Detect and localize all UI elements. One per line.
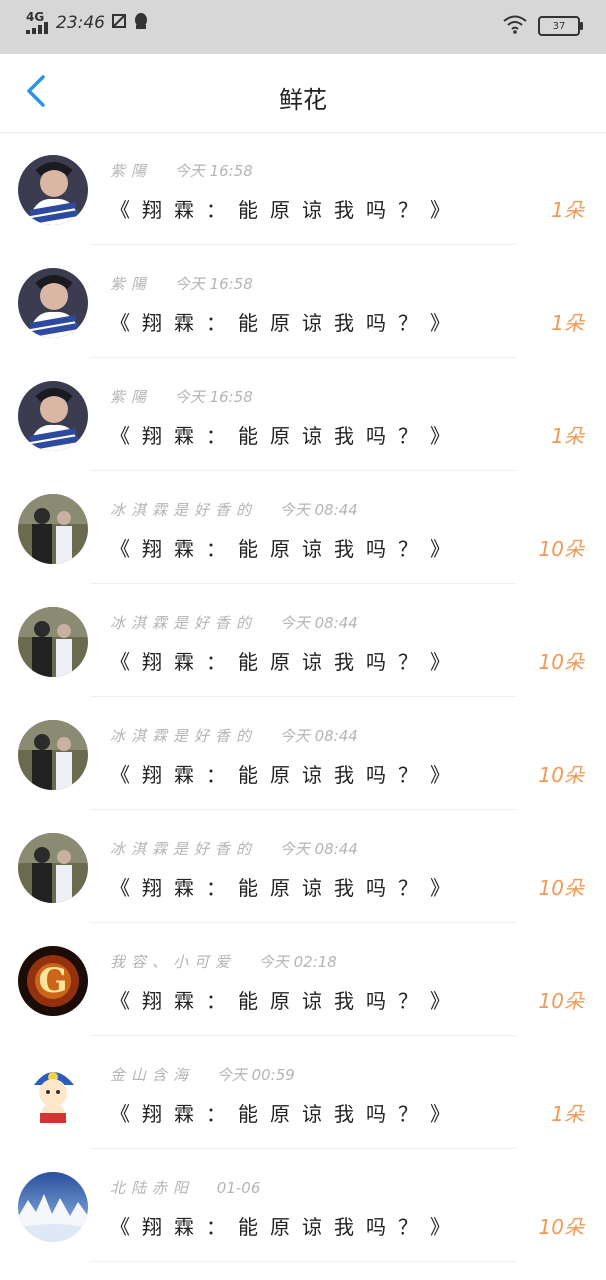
message-text: 《翔霖：能原谅我吗？》 xyxy=(110,650,462,674)
two-people-avatar[interactable] xyxy=(18,607,88,677)
list-item[interactable]: 冰淇霖是好香的 今天 08:44 《翔霖：能原谅我吗？》 10朵 xyxy=(0,697,606,810)
flower-list: 紫陽 今天 16:58 《翔霖：能原谅我吗？》 1朵 紫陽 今天 16:58 《… xyxy=(0,132,606,1262)
no-photo-icon xyxy=(111,13,127,33)
wifi-icon xyxy=(502,14,528,38)
person-avatar[interactable] xyxy=(18,268,88,338)
sender-meta: 冰淇霖是好香的 今天 08:44 xyxy=(110,838,358,859)
svg-text:G: G xyxy=(38,961,67,1001)
flower-count: 10朵 xyxy=(538,650,584,674)
flower-count: 10朵 xyxy=(538,876,584,900)
battery-icon: 37 xyxy=(538,16,583,36)
page-title-text: 鲜花 xyxy=(279,86,327,114)
sender-name: 冰淇霖是好香的 xyxy=(110,727,258,745)
battery-level: 37 xyxy=(552,20,566,32)
list-item[interactable]: 冰淇霖是好香的 今天 08:44 《翔霖：能原谅我吗？》 10朵 xyxy=(0,584,606,697)
two-people-avatar[interactable] xyxy=(18,494,88,564)
sender-meta: 北陆赤阳 01-06 xyxy=(110,1177,260,1198)
sender-meta: 冰淇霖是好香的 今天 08:44 xyxy=(110,499,358,520)
message-text: 《翔霖：能原谅我吗？》 xyxy=(110,763,462,787)
flower-count: 10朵 xyxy=(538,537,584,561)
list-item[interactable]: G 我容、小可爱 今天 02:18 《翔霖：能原谅我吗？》 10朵 xyxy=(0,923,606,1036)
message-text: 《翔霖：能原谅我吗？》 xyxy=(110,876,462,900)
sender-meta: 冰淇霖是好香的 今天 08:44 xyxy=(110,612,358,633)
sender-name: 冰淇霖是好香的 xyxy=(110,501,258,519)
message-text: 《翔霖：能原谅我吗？》 xyxy=(110,311,462,335)
sent-time: 今天 08:44 xyxy=(279,727,358,745)
sent-time: 今天 16:58 xyxy=(174,275,253,293)
message-text: 《翔霖：能原谅我吗？》 xyxy=(110,989,462,1013)
flower-count: 1朵 xyxy=(551,311,584,335)
sent-time: 今天 02:18 xyxy=(258,953,337,971)
flower-count: 1朵 xyxy=(551,198,584,222)
message-text: 《翔霖：能原谅我吗？》 xyxy=(110,424,462,448)
qq-icon xyxy=(133,12,149,34)
flower-count: 10朵 xyxy=(538,989,584,1013)
sender-name: 我容、小可爱 xyxy=(110,953,237,971)
sent-time: 今天 00:59 xyxy=(216,1066,295,1084)
sent-time: 01-06 xyxy=(216,1179,261,1197)
snow-landscape-avatar[interactable] xyxy=(18,1172,88,1242)
sent-time: 今天 08:44 xyxy=(279,501,358,519)
sent-time: 今天 08:44 xyxy=(279,614,358,632)
flower-count: 1朵 xyxy=(551,1102,584,1126)
signal-icon xyxy=(26,22,48,34)
message-text: 《翔霖：能原谅我吗？》 xyxy=(110,537,462,561)
list-item[interactable]: 紫陽 今天 16:58 《翔霖：能原谅我吗？》 1朵 xyxy=(0,358,606,471)
message-text: 《翔霖：能原谅我吗？》 xyxy=(110,1215,462,1239)
message-text: 《翔霖：能原谅我吗？》 xyxy=(110,1102,462,1126)
flower-count: 10朵 xyxy=(538,763,584,787)
list-item[interactable]: 冰淇霖是好香的 今天 08:44 《翔霖：能原谅我吗？》 10朵 xyxy=(0,810,606,923)
fire-g-avatar[interactable]: G xyxy=(18,946,88,1016)
list-item[interactable]: 冰淇霖是好香的 今天 08:44 《翔霖：能原谅我吗？》 10朵 xyxy=(0,471,606,584)
sent-time: 今天 16:58 xyxy=(174,388,253,406)
flower-count: 1朵 xyxy=(551,424,584,448)
sender-meta: 紫陽 今天 16:58 xyxy=(110,273,253,294)
network-type: 4G xyxy=(26,10,45,24)
sent-time: 今天 16:58 xyxy=(174,162,253,180)
cartoon-avatar[interactable] xyxy=(18,1059,88,1129)
sender-name: 紫陽 xyxy=(110,275,153,293)
person-avatar[interactable] xyxy=(18,155,88,225)
sender-name: 冰淇霖是好香的 xyxy=(110,614,258,632)
list-item[interactable]: 紫陽 今天 16:58 《翔霖：能原谅我吗？》 1朵 xyxy=(0,132,606,245)
sender-meta: 我容、小可爱 今天 02:18 xyxy=(110,951,337,972)
list-item[interactable]: 金山含海 今天 00:59 《翔霖：能原谅我吗？》 1朵 xyxy=(0,1036,606,1149)
sender-meta: 紫陽 今天 16:58 xyxy=(110,386,253,407)
sender-name: 北陆赤阳 xyxy=(110,1179,195,1197)
two-people-avatar[interactable] xyxy=(18,833,88,903)
sender-name: 金山含海 xyxy=(110,1066,195,1084)
status-bar: 4G 23:46 37 xyxy=(0,0,606,54)
sender-meta: 紫陽 今天 16:58 xyxy=(110,160,253,181)
status-time: 23:46 xyxy=(56,13,105,33)
flower-count: 10朵 xyxy=(538,1215,584,1239)
page-header: 鲜花 xyxy=(0,54,606,133)
list-item[interactable]: 紫陽 今天 16:58 《翔霖：能原谅我吗？》 1朵 xyxy=(0,245,606,358)
sender-name: 紫陽 xyxy=(110,162,153,180)
two-people-avatar[interactable] xyxy=(18,720,88,790)
status-left: 4G 23:46 xyxy=(26,10,149,34)
status-right: 37 xyxy=(502,14,583,38)
list-item[interactable]: 北陆赤阳 01-06 《翔霖：能原谅我吗？》 10朵 xyxy=(0,1149,606,1262)
sender-name: 紫陽 xyxy=(110,388,153,406)
sent-time: 今天 08:44 xyxy=(279,840,358,858)
page-title: 鲜花 xyxy=(0,80,606,115)
sender-name: 冰淇霖是好香的 xyxy=(110,840,258,858)
sender-meta: 冰淇霖是好香的 今天 08:44 xyxy=(110,725,358,746)
network-indicator: 4G xyxy=(26,10,48,34)
sender-meta: 金山含海 今天 00:59 xyxy=(110,1064,295,1085)
person-avatar[interactable] xyxy=(18,381,88,451)
message-text: 《翔霖：能原谅我吗？》 xyxy=(110,198,462,222)
